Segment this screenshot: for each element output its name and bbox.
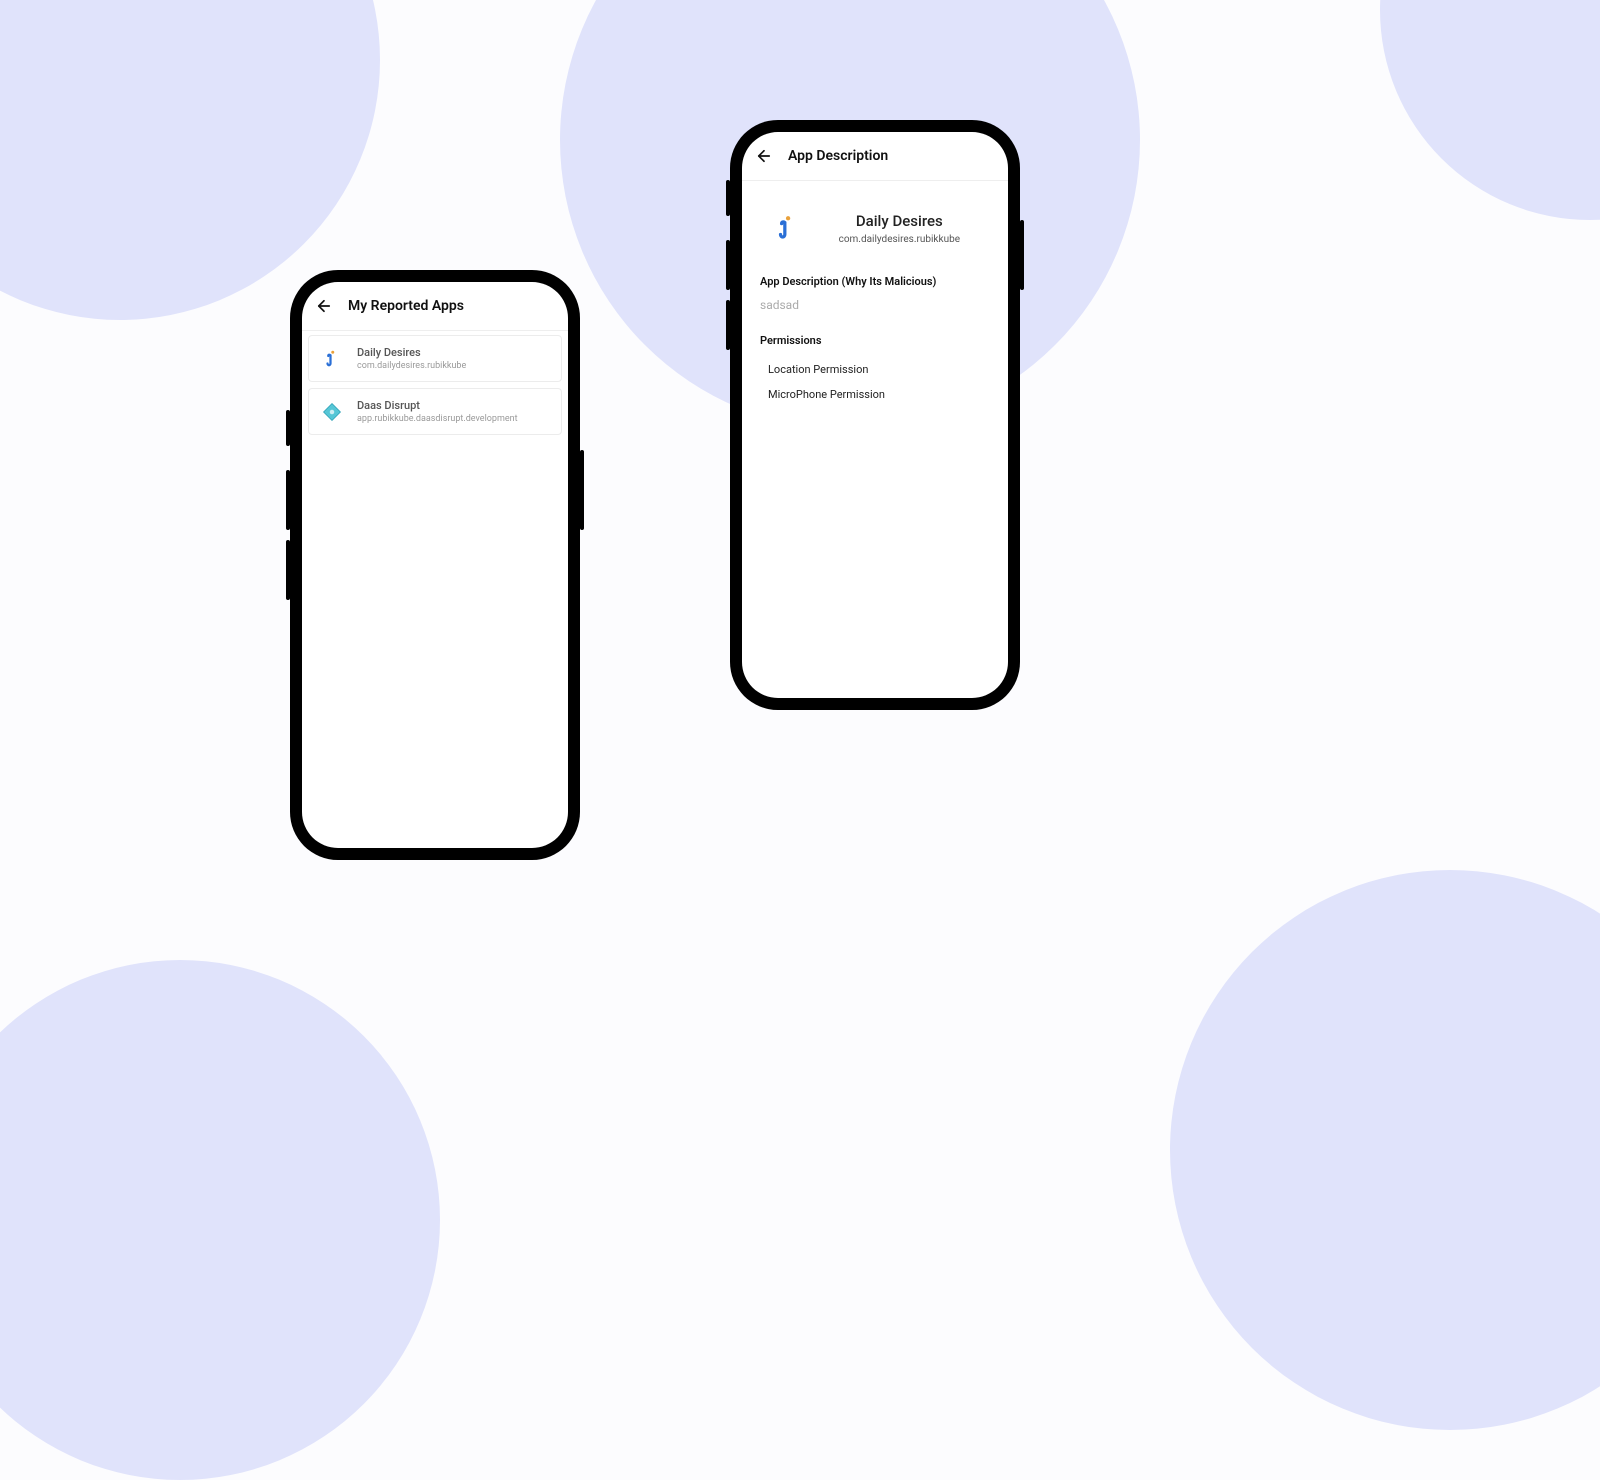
phone-mockup-reported-apps: My Reported Apps Daily Desires com.daily…	[290, 270, 580, 860]
section-description-label: App Description (Why Its Malicious)	[760, 275, 990, 288]
screen-app-description: App Description Daily Desires com.dailyd…	[742, 132, 1008, 698]
reported-app-texts: Daas Disrupt app.rubikkube.daasdisrupt.d…	[357, 399, 518, 424]
app-detail-body: Daily Desires com.dailydesires.rubikkube…	[742, 181, 1008, 427]
screen-reported-apps: My Reported Apps Daily Desires com.daily…	[302, 282, 568, 848]
app-d-icon	[321, 348, 343, 370]
reported-app-texts: Daily Desires com.dailydesires.rubikkube	[357, 346, 466, 371]
app-name: Daily Desires	[839, 212, 960, 230]
phone-side-button	[286, 540, 290, 600]
bg-circle	[1170, 870, 1600, 1430]
reported-app-row[interactable]: Daas Disrupt app.rubikkube.daasdisrupt.d…	[308, 388, 562, 435]
app-hero: Daily Desires com.dailydesires.rubikkube	[774, 211, 990, 245]
app-header: My Reported Apps	[302, 282, 568, 331]
app-name: Daily Desires	[357, 346, 466, 359]
phone-side-button	[726, 180, 730, 216]
app-package: app.rubikkube.daasdisrupt.development	[357, 414, 518, 424]
app-package: com.dailydesires.rubikkube	[839, 234, 960, 245]
phone-side-button	[286, 470, 290, 530]
phone-side-button	[726, 300, 730, 350]
back-arrow-icon[interactable]	[314, 296, 334, 316]
app-hero-text: Daily Desires com.dailydesires.rubikkube	[839, 212, 960, 245]
app-diamond-icon	[321, 401, 343, 423]
permission-item: MicroPhone Permission	[760, 382, 990, 407]
phone-side-button	[286, 410, 290, 446]
description-text: sadsad	[760, 298, 990, 312]
reported-apps-list: Daily Desires com.dailydesires.rubikkube…	[302, 331, 568, 445]
bg-circle	[0, 960, 440, 1480]
app-d-icon	[774, 211, 801, 245]
app-name: Daas Disrupt	[357, 399, 518, 412]
phone-side-button	[726, 240, 730, 290]
section-permissions-label: Permissions	[760, 334, 990, 347]
reported-app-row[interactable]: Daily Desires com.dailydesires.rubikkube	[308, 335, 562, 382]
page-title: App Description	[788, 148, 888, 164]
phone-side-button	[1020, 220, 1024, 290]
app-package: com.dailydesires.rubikkube	[357, 361, 466, 371]
back-arrow-icon[interactable]	[754, 146, 774, 166]
app-header: App Description	[742, 132, 1008, 181]
permission-item: Location Permission	[760, 357, 990, 382]
bg-circle	[1380, 0, 1600, 220]
page-title: My Reported Apps	[348, 298, 464, 314]
phone-mockup-app-description: App Description Daily Desires com.dailyd…	[730, 120, 1020, 710]
phone-side-button	[580, 450, 584, 530]
